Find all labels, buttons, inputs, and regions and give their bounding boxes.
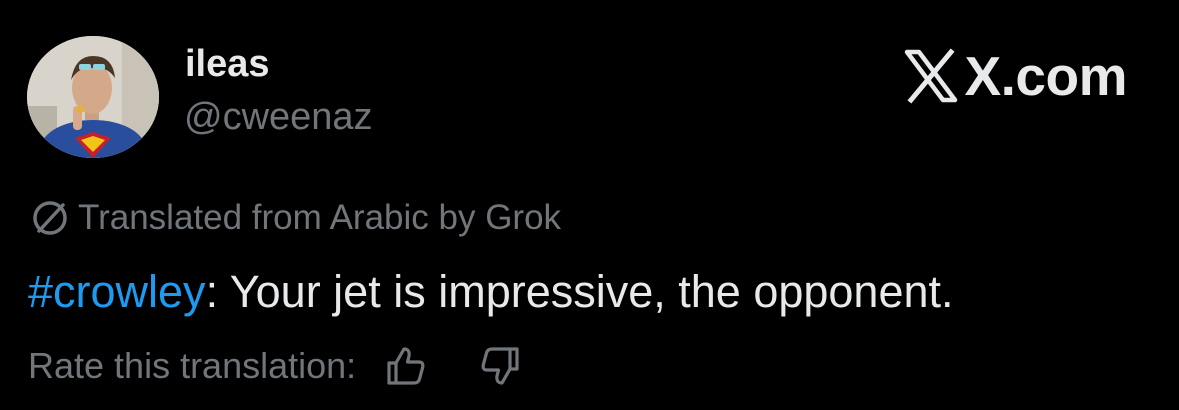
brand-logo: X.com: [901, 44, 1127, 108]
rate-translation-label: Rate this translation:: [28, 345, 357, 386]
translation-notice: Translated from Arabic by Grok: [30, 195, 561, 241]
display-name[interactable]: ileas: [185, 40, 270, 88]
tweet-text: #crowley: Your jet is impressive, the op…: [28, 262, 954, 322]
brand-text: X.com: [964, 45, 1127, 107]
no-translation-icon: [33, 201, 67, 235]
tweet-body: : Your jet is impressive, the opponent.: [205, 266, 954, 317]
x-logo-icon: [905, 48, 958, 104]
handle[interactable]: @cweenaz: [184, 93, 373, 141]
thumbs-down-icon: [481, 347, 519, 385]
thumbs-up-icon: [387, 347, 425, 385]
hashtag-link[interactable]: #crowley: [28, 266, 206, 317]
rate-translation: Rate this translation:: [28, 342, 522, 390]
thumbs-up-button[interactable]: [384, 344, 428, 388]
thumbs-down-button[interactable]: [478, 344, 522, 388]
translation-notice-text: Translated from Arabic by Grok: [78, 198, 562, 237]
avatar[interactable]: [27, 36, 159, 158]
avatar-photo: [27, 36, 159, 158]
